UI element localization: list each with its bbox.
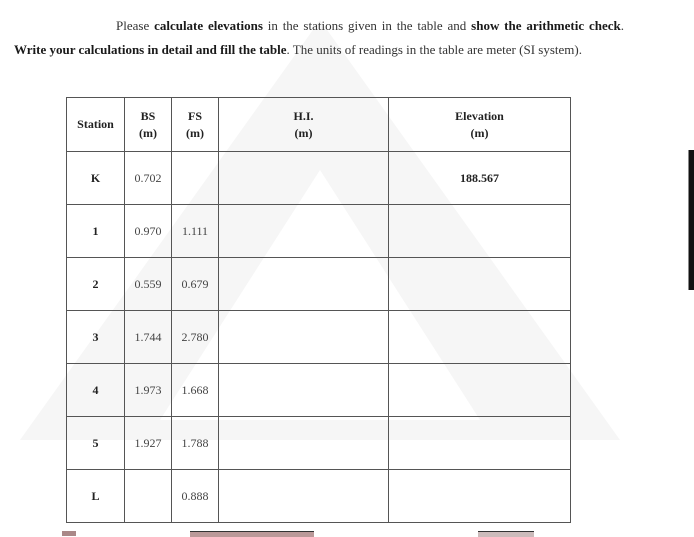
bs-cell: 0.559: [124, 257, 172, 311]
station-cell: L: [66, 469, 125, 523]
station-cell: 3: [66, 310, 125, 364]
table-row: K 0.702 188.567: [66, 151, 571, 205]
instruction-text: in the stations given in the table and: [262, 18, 472, 33]
elevation-cell: 188.567: [388, 151, 571, 205]
bs-cell: 0.702: [124, 151, 172, 205]
leveling-table: Station BS (m) FS (m) H.I. (m) Elevation (m)…: [66, 97, 571, 523]
station-cell: 5: [66, 416, 125, 470]
next-page-fragment: [190, 531, 314, 537]
hi-cell[interactable]: [218, 363, 389, 417]
instruction-emphasis: Write your calculations in detail and fi…: [14, 42, 287, 57]
header-hi: H.I. (m): [218, 97, 389, 152]
elevation-cell[interactable]: [388, 416, 571, 470]
bs-cell: 1.744: [124, 310, 172, 364]
fs-cell: 2.780: [171, 310, 219, 364]
header-elevation: Elevation (m): [388, 97, 571, 152]
hi-cell[interactable]: [218, 257, 389, 311]
elevation-cell[interactable]: [388, 204, 571, 258]
elevation-cell[interactable]: [388, 363, 571, 417]
table-row: L 0.888: [66, 469, 571, 523]
bs-cell: 1.973: [124, 363, 172, 417]
table-row: 4 1.973 1.668: [66, 363, 571, 417]
page-edge-shadow: [689, 150, 694, 290]
header-station: Station: [66, 97, 125, 152]
fs-cell: 1.111: [171, 204, 219, 258]
hi-cell[interactable]: [218, 204, 389, 258]
table-row: 1 0.970 1.111: [66, 204, 571, 258]
fs-cell: 0.679: [171, 257, 219, 311]
station-cell: 1: [66, 204, 125, 258]
fs-cell: 0.888: [171, 469, 219, 523]
hi-cell[interactable]: [218, 310, 389, 364]
fs-cell[interactable]: [171, 151, 219, 205]
station-cell: 4: [66, 363, 125, 417]
instruction-text: .: [620, 18, 624, 33]
station-cell: K: [66, 151, 125, 205]
instruction-text: Please: [116, 18, 155, 33]
table-row: 5 1.927 1.788: [66, 416, 571, 470]
instruction-text: . The units of readings in the table are…: [286, 42, 582, 57]
header-bs: BS (m): [124, 97, 172, 152]
bs-cell[interactable]: [124, 469, 172, 523]
header-fs: FS (m): [171, 97, 219, 152]
fs-cell: 1.788: [171, 416, 219, 470]
hi-cell[interactable]: [218, 416, 389, 470]
elevation-cell[interactable]: [388, 469, 571, 523]
instruction-emphasis: show the arithmetic check: [471, 18, 621, 33]
fs-cell: 1.668: [171, 363, 219, 417]
bs-cell: 0.970: [124, 204, 172, 258]
table-header-row: Station BS (m) FS (m) H.I. (m) Elevation (m): [66, 97, 571, 152]
instruction-emphasis: calculate elevations: [154, 18, 263, 33]
elevation-cell[interactable]: [388, 310, 571, 364]
station-cell: 2: [66, 257, 125, 311]
hi-cell[interactable]: [218, 151, 389, 205]
hi-cell[interactable]: [218, 469, 389, 523]
table-row: 2 0.559 0.679: [66, 257, 571, 311]
elevation-cell[interactable]: [388, 257, 571, 311]
next-page-fragment: [478, 531, 534, 537]
bs-cell: 1.927: [124, 416, 172, 470]
instructions-paragraph: Please calculate elevations in the stati…: [14, 14, 624, 62]
table-row: 3 1.744 2.780: [66, 310, 571, 364]
next-page-fragment: [62, 531, 76, 536]
